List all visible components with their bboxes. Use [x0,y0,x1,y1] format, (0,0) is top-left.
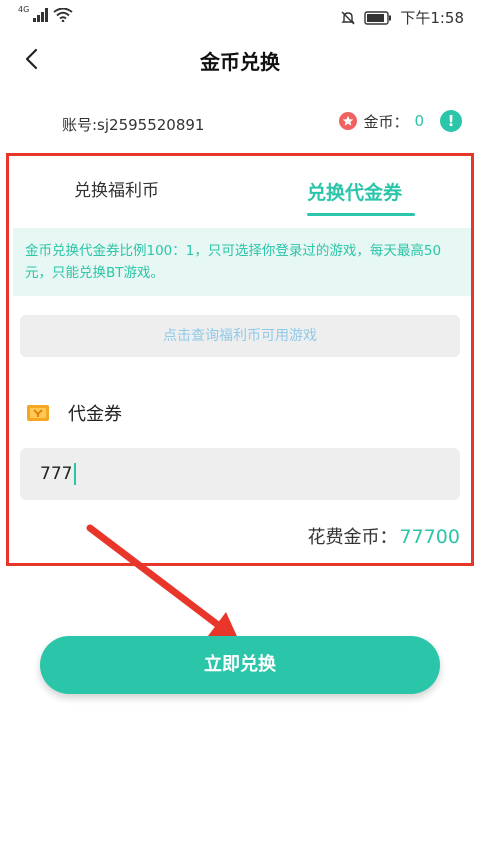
voucher-icon [27,405,49,421]
account-row: 账号:sj2595520891 金币： 0 ! [0,108,480,138]
coin-balance: 金币： 0 ! [339,110,462,132]
status-right: 下午1:58 [340,7,464,28]
cost-value: 77700 [399,526,460,548]
cost-label: 花费金币： [307,527,398,548]
account-id: 账号:sj2595520891 [62,116,205,134]
text-caret [74,463,77,485]
active-tab-indicator [307,213,415,216]
clock: 下午1:58 [400,9,464,27]
exchange-now-button[interactable]: 立即兑换 [40,636,440,694]
network-type: 4G [18,4,30,14]
cost-row: 花费金币： 77700 [308,523,460,549]
status-left: 4G [18,4,73,22]
wifi-icon [53,8,73,22]
page-title: 金币兑换 [200,50,280,74]
coin-label: 金币： [363,112,409,131]
nav-bar: 金币兑换 [0,34,480,86]
status-bar: 4G 下午1:58 [0,0,480,34]
bell-off-icon [341,11,356,24]
voucher-header: 代金券 [26,400,122,426]
coin-value: 0 [414,112,424,130]
battery-icon [364,10,392,25]
star-icon [339,112,358,130]
tab-exchange-voucher[interactable]: 兑换代金券 [307,178,402,205]
info-icon[interactable]: ! [440,110,462,132]
query-games-button[interactable]: 点击查询福利币可用游戏 [20,315,460,357]
voucher-amount-value: 777 [40,464,73,484]
tab-exchange-welfare-coin[interactable]: 兑换福利币 [74,176,159,201]
voucher-amount-input[interactable]: 777 [20,448,460,500]
signal-icon [33,8,49,22]
voucher-label: 代金券 [68,404,122,425]
exchange-rule-notice: 金币兑换代金券比例100：1，只可选择你登录过的游戏，每天最高50元，只能兑换B… [13,228,471,296]
